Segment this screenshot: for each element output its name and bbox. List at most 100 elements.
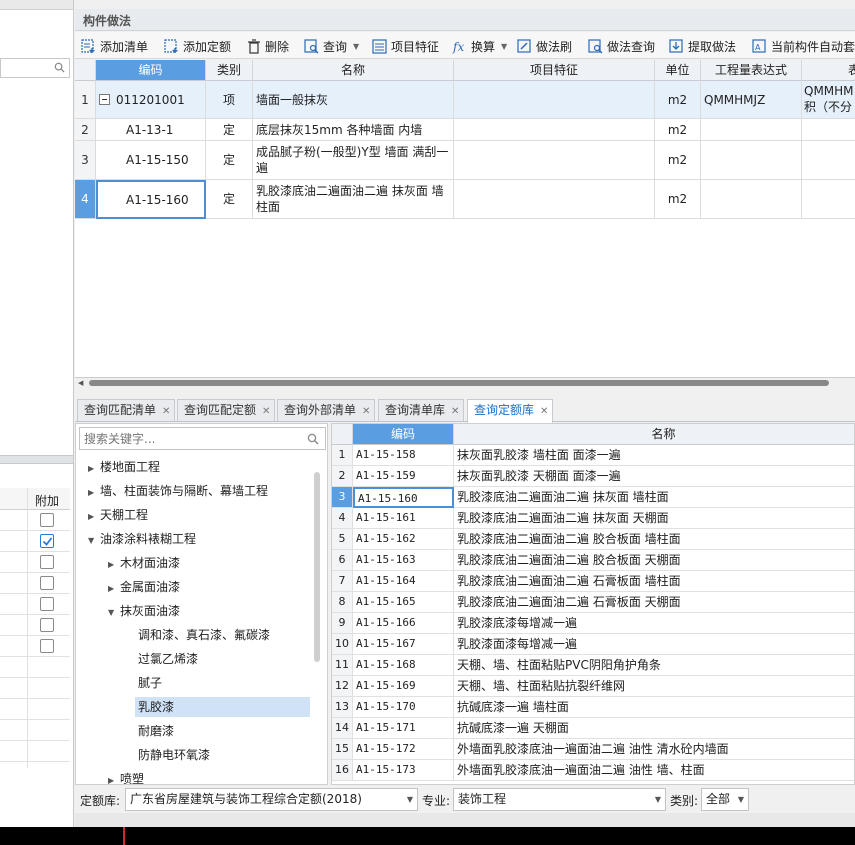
result-name-cell[interactable]: 天棚、墙、柱面粘贴抗裂纤维网 [454,676,854,697]
result-code-cell[interactable]: A1-15-169 [353,676,454,697]
left-search-input[interactable] [0,58,70,78]
collapse-icon[interactable] [99,94,110,105]
tree-item[interactable]: ▶ 墙、柱面装饰与隔断、幕墙工程 [88,481,274,501]
left-panel-splitter[interactable] [0,455,73,464]
result-row-number[interactable]: 13 [332,697,353,718]
result-name-cell[interactable]: 乳胶漆底油二遍面油二遍 胶合板面 墙柱面 [454,529,854,550]
result-code-cell[interactable]: A1-15-171 [353,718,454,739]
scrollbar-thumb[interactable] [89,380,829,386]
column-header-name[interactable]: 名称 [454,424,854,445]
tree-item[interactable]: ▶ 木材面油漆 [108,553,186,573]
result-code-cell[interactable]: A1-15-164 [353,571,454,592]
extra-checkbox[interactable] [40,555,54,569]
result-name-cell[interactable]: 天棚、墙、柱面粘贴PVC阴阳角护角条 [454,655,854,676]
result-row-number[interactable]: 11 [332,655,353,676]
add-list-button[interactable]: 添加清单 [81,37,148,55]
tab-external-list[interactable]: 查询外部清单 ✕ [277,399,376,421]
feature-cell[interactable] [454,81,655,119]
tree-item[interactable]: 耐磨漆 [138,721,180,741]
expression-cell[interactable]: QMMHMJZ [701,81,802,119]
name-cell[interactable]: 乳胶漆底油二遍面油二遍 抹灰面 墙柱面 [253,180,454,219]
result-row-number[interactable]: 3 [332,487,353,508]
result-row-number[interactable]: 10 [332,634,353,655]
extra-cell[interactable] [802,119,855,141]
tree-search-input[interactable] [80,428,290,449]
row-number[interactable]: 4 [75,180,96,219]
result-name-cell[interactable]: 乳胶漆面漆每增减一遍 [454,634,854,655]
result-code-cell[interactable]: A1-15-162 [353,529,454,550]
tree-item[interactable]: 过氯乙烯漆 [138,649,204,669]
result-name-cell[interactable]: 外墙面乳胶漆底油一遍面油二遍 油性 墙、柱面 [454,760,854,781]
result-code-cell[interactable]: A1-15-158 [353,445,454,466]
close-icon[interactable]: ✕ [362,406,370,417]
scroll-left-icon[interactable]: ◀ [78,379,83,387]
extra-checkbox[interactable] [40,597,54,611]
extra-cell[interactable]: QMMHM 积（不分 [802,81,855,119]
result-name-cell[interactable]: 乳胶漆底漆每增减一遍 [454,613,854,634]
code-cell[interactable]: A1-15-150 [96,141,206,180]
extra-checkbox[interactable] [40,576,54,590]
extra-cell[interactable] [802,141,855,180]
result-code-cell[interactable]: A1-15-165 [353,592,454,613]
result-code-cell[interactable]: A1-15-168 [353,655,454,676]
name-cell[interactable]: 底层抹灰15mm 各种墙面 内墙 [253,119,454,141]
unit-cell[interactable]: m2 [655,141,701,180]
result-row-number[interactable]: 7 [332,571,353,592]
result-code-cell[interactable]: A1-15-170 [353,697,454,718]
extract-method-button[interactable]: 提取做法 [669,37,736,55]
result-row-number[interactable]: 6 [332,550,353,571]
result-row-number[interactable]: 15 [332,739,353,760]
expression-cell[interactable] [701,141,802,180]
tree-search-box[interactable] [79,427,326,450]
tree-item[interactable]: ▼ 抹灰面油漆 [108,601,186,621]
chevron-down-icon[interactable]: ▼ [108,603,120,623]
name-cell[interactable]: 墙面一般抹灰 [253,81,454,119]
extra-checkbox[interactable] [40,513,54,527]
tab-quota-library[interactable]: 查询定额库 ✕ [467,399,554,423]
result-code-cell[interactable]: A1-15-159 [353,466,454,487]
type-cell[interactable]: 定 [206,119,253,141]
result-row-number[interactable]: 5 [332,529,353,550]
result-row-number[interactable]: 1 [332,445,353,466]
close-icon[interactable]: ✕ [540,406,548,417]
result-code-cell[interactable]: A1-15-161 [353,508,454,529]
name-cell[interactable]: 成品腻子粉(一般型)Y型 墙面 满刮一遍 [253,141,454,180]
category-select[interactable]: 全部 ▼ [701,788,749,811]
tree-item[interactable]: 腻子 [138,673,168,693]
extra-cell[interactable] [802,180,855,219]
result-name-cell[interactable]: 抗碱底漆一遍 天棚面 [454,718,854,739]
column-header-feature[interactable]: 项目特征 [454,60,655,81]
tab-match-quota[interactable]: 查询匹配定额 ✕ [177,399,276,421]
chevron-right-icon[interactable]: ▶ [88,459,100,479]
result-name-cell[interactable]: 抗碱底漆一遍 墙柱面 [454,697,854,718]
expression-cell[interactable] [701,119,802,141]
type-cell[interactable]: 定 [206,141,253,180]
major-select[interactable]: 装饰工程 ▼ [453,788,666,811]
query-button[interactable]: 查询 ▼ [304,37,359,55]
tree-item[interactable]: ▶ 金属面油漆 [108,577,186,597]
code-cell[interactable]: A1-13-1 [96,119,206,141]
column-header-extra[interactable]: 表 [802,60,855,81]
tree-item[interactable]: ▶ 喷塑 [108,769,150,784]
result-name-cell[interactable]: 乳胶漆底油二遍面油二遍 抹灰面 墙柱面 [454,487,854,508]
close-icon[interactable]: ✕ [451,406,459,417]
chevron-down-icon[interactable]: ▼ [88,531,100,551]
chevron-right-icon[interactable]: ▶ [108,555,120,575]
result-name-cell[interactable]: 抹灰面乳胶漆 天棚面 面漆一遍 [454,466,854,487]
result-code-cell[interactable]: A1-15-173 [353,760,454,781]
convert-button[interactable]: fx 换算 ▼ [452,37,507,55]
code-cell[interactable]: 011201001 [96,81,206,119]
close-icon[interactable]: ✕ [162,406,170,417]
column-header-unit[interactable]: 单位 [655,60,701,81]
unit-cell[interactable]: m2 [655,81,701,119]
result-row-number[interactable]: 14 [332,718,353,739]
result-row-number[interactable]: 12 [332,676,353,697]
chevron-right-icon[interactable]: ▶ [108,771,120,784]
column-header-type[interactable]: 类别 [206,60,253,81]
result-code-cell[interactable]: A1-15-172 [353,739,454,760]
unit-cell[interactable]: m2 [655,119,701,141]
extra-checkbox-checked[interactable] [40,534,54,548]
result-name-cell[interactable]: 外墙面乳胶漆底油一遍面油二遍 油性 清水砼内墙面 [454,739,854,760]
tree-item[interactable]: ▶ 楼地面工程 [88,457,166,477]
result-code-cell[interactable]: A1-15-163 [353,550,454,571]
